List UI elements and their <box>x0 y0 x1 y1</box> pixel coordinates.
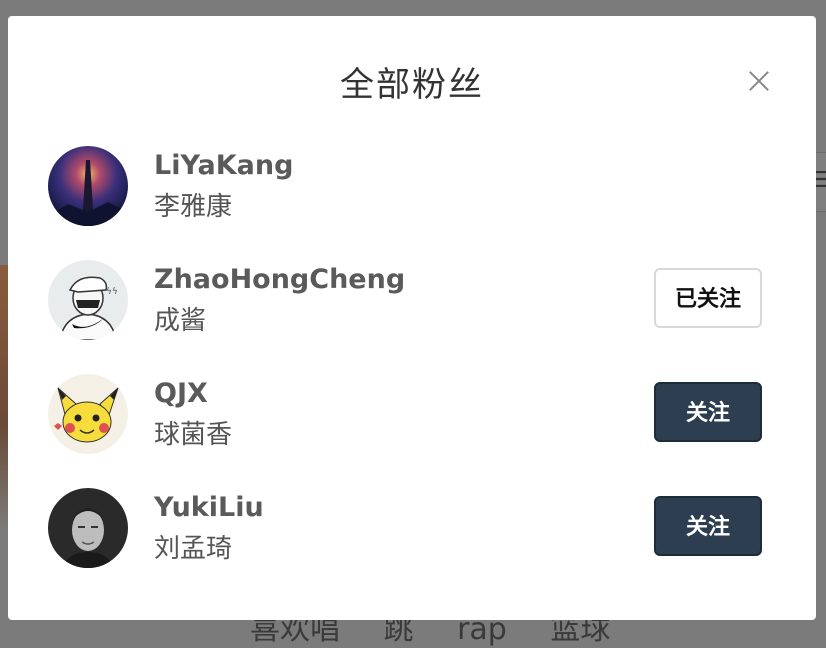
follow-button[interactable]: 关注 <box>654 382 762 442</box>
avatar-pikachu[interactable] <box>48 374 128 454</box>
fan-nickname: 刘孟琦 <box>154 534 233 564</box>
follow-button[interactable]: 关注 <box>654 496 762 556</box>
fan-row: LiYaKang 李雅康 <box>8 146 816 260</box>
fan-nickname: 李雅康 <box>154 192 233 222</box>
fan-name: YukiLiu <box>154 492 264 523</box>
svg-text:ϟϟ: ϟϟ <box>106 287 118 297</box>
fan-list: LiYaKang 李雅康 ϟϟ ZhaoHongCheng 成酱 已关注 QJX… <box>8 146 816 602</box>
fan-nickname: 球菌香 <box>154 420 233 450</box>
fan-row: YukiLiu 刘孟琦 关注 <box>8 488 816 602</box>
avatar-portrait-bw[interactable] <box>48 488 128 568</box>
avatar-sketch-cap[interactable]: ϟϟ <box>48 260 128 340</box>
fan-row: QJX 球菌香 关注 <box>8 374 816 488</box>
avatar-night-tower[interactable] <box>48 146 128 226</box>
fans-modal: 全部粉丝 LiYaKang 李雅康 ϟϟ ZhaoHongCheng 成酱 已关… <box>8 16 816 620</box>
fan-row: ϟϟ ZhaoHongCheng 成酱 已关注 <box>8 260 816 374</box>
fan-nickname: 成酱 <box>154 306 207 336</box>
following-button[interactable]: 已关注 <box>654 268 762 328</box>
fan-name: LiYaKang <box>154 150 294 181</box>
close-icon[interactable] <box>744 66 774 96</box>
fan-name: ZhaoHongCheng <box>154 264 406 295</box>
fan-name: QJX <box>154 378 208 409</box>
modal-title: 全部粉丝 <box>340 65 484 105</box>
